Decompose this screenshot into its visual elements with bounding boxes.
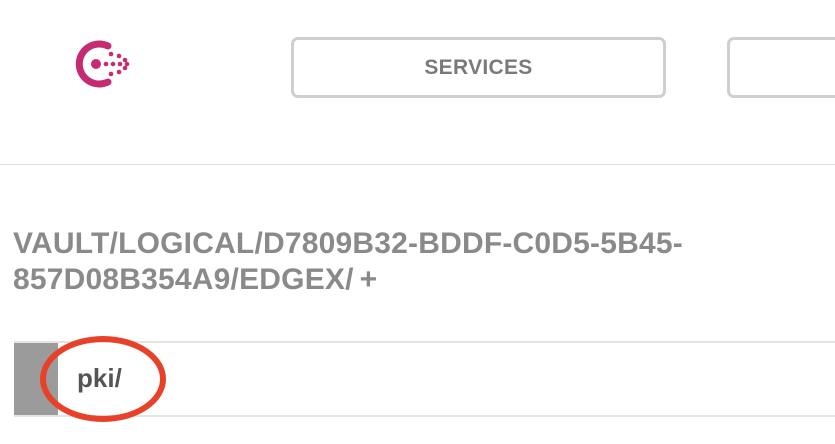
row-indicator xyxy=(14,343,58,415)
page-title: VAULT/LOGICAL/D7809B32-BDDF-C0D5-5B45-85… xyxy=(13,226,833,298)
list-item[interactable]: pki/ xyxy=(14,341,835,417)
services-button[interactable]: SERVICES xyxy=(291,37,666,98)
consul-logo-icon[interactable] xyxy=(72,38,134,90)
list-item-label[interactable]: pki/ xyxy=(77,363,122,394)
path-title-text: VAULT/LOGICAL/D7809B32-BDDF-C0D5-5B45-85… xyxy=(13,227,683,296)
top-header: SERVICES xyxy=(0,0,835,165)
services-button-label: SERVICES xyxy=(424,55,533,79)
add-key-button[interactable]: + xyxy=(360,263,378,296)
nav-button-next[interactable] xyxy=(727,37,835,98)
page: SERVICES VAULT/LOGICAL/D7809B32-BDDF-C0D… xyxy=(0,0,835,444)
